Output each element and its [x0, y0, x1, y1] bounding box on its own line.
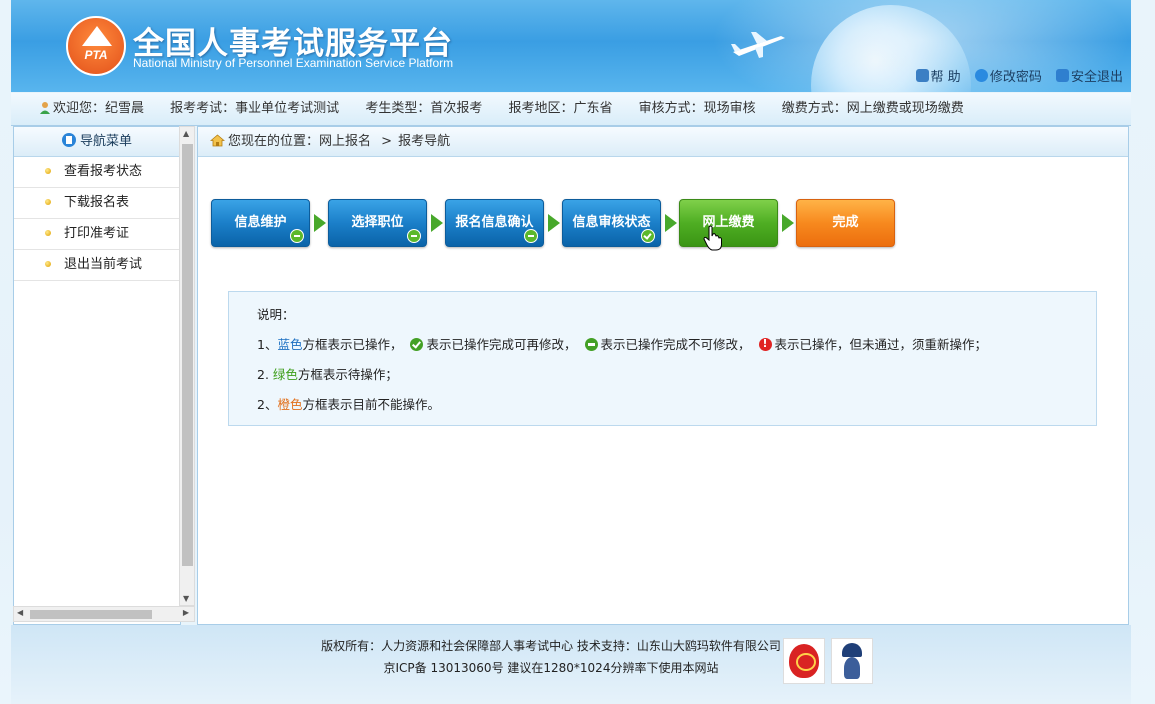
legend-text: 表示已操作，但未通过，须重新操作；	[774, 337, 988, 352]
review-mode: 审核方式：现场审核	[638, 101, 756, 116]
help-label: 帮 助	[930, 70, 961, 85]
payment-mode: 缴费方式：网上缴费或现场缴费	[781, 101, 964, 116]
step-info-maintenance[interactable]: 信息维护	[211, 199, 310, 247]
site-footer: 版权所有：人力资源和社会保障部人事考试中心 技术支持：山东山大鸥玛软件有限公司 …	[11, 625, 1131, 704]
nav-sidebar: 导航菜单 查看报考状态 下载报名表 打印准考证 退出当前考试	[13, 126, 181, 625]
legend-line-blue: 1、蓝色方框表示已操作， 表示已操作完成可再修改， 表示已操作完成不可修改， 表示已操…	[257, 334, 987, 353]
menu-item-print-ticket[interactable]: 打印准考证	[14, 219, 180, 250]
icp-line: 京ICP备 13013060号 建议在1280*1024分辨率下使用本网站	[383, 661, 719, 675]
done-no-edit-icon	[524, 229, 538, 243]
minus-circle-icon	[584, 338, 598, 351]
user-icon	[40, 102, 50, 114]
footer-text: 版权所有：人力资源和社会保障部人事考试中心 技术支持：山东山大鸥玛软件有限公司 …	[311, 635, 791, 679]
legend-number: 2、	[257, 397, 278, 412]
logo-text: PTA	[84, 48, 108, 62]
site-header: PTA 全国人事考试服务平台 National Ministry of Pers…	[11, 0, 1131, 92]
step-label: 信息审核状态	[572, 215, 651, 230]
legend-text: 方框表示待操作；	[297, 367, 398, 382]
site-subtitle: National Ministry of Personnel Examinati…	[133, 56, 454, 70]
legend-title: 说明：	[257, 307, 295, 322]
breadcrumb-registration-guide: 报考导航	[398, 134, 451, 149]
done-no-edit-icon	[290, 229, 304, 243]
legend-green-word: 绿色	[272, 367, 298, 382]
arrow-right-icon	[431, 214, 443, 232]
legend-number: 2.	[257, 367, 273, 382]
red-shield-badge-icon[interactable]	[783, 638, 825, 684]
page: PTA 全国人事考试服务平台 National Ministry of Pers…	[11, 0, 1131, 704]
step-label: 报名信息确认	[455, 215, 534, 230]
candidate-type: 考生类型：首次报考	[365, 101, 483, 116]
horizontal-scroll-thumb[interactable]	[30, 610, 152, 619]
done-no-edit-icon	[407, 229, 421, 243]
menu-item-exit-exam[interactable]: 退出当前考试	[14, 250, 180, 281]
step-online-payment[interactable]: 网上缴费	[679, 199, 778, 247]
check-icon	[641, 229, 655, 243]
step-confirm-info[interactable]: 报名信息确认	[445, 199, 544, 247]
legend-text: 表示已操作完成可再修改，	[426, 337, 577, 352]
arrow-right-icon	[782, 214, 794, 232]
step-review-status[interactable]: 信息审核状态	[562, 199, 661, 247]
lock-icon	[915, 69, 929, 82]
legend-line-green: 2. 绿色方框表示待操作；	[257, 364, 398, 383]
logout-icon	[1055, 69, 1069, 82]
arrow-right-icon	[665, 214, 677, 232]
step-label: 完成	[832, 215, 859, 230]
step-complete: 完成	[796, 199, 895, 247]
logout-label: 安全退出	[1070, 70, 1123, 85]
region-info: 报考地区：广东省	[508, 101, 613, 116]
legend-number: 1、	[257, 337, 278, 352]
scroll-right-arrow-icon[interactable]: ▶	[183, 608, 189, 617]
breadcrumb: 您现在的位置：网上报名 > 报考导航	[198, 127, 1128, 157]
sidebar-horizontal-scrollbar[interactable]: ◀ ▶	[13, 606, 195, 622]
breadcrumb-prefix: 您现在的位置：	[228, 134, 320, 149]
legend-orange-word: 橙色	[277, 397, 303, 412]
legend-text: 表示已操作完成不可修改，	[600, 337, 751, 352]
registration-steps: 信息维护 选择职位 报名信息确认 信息审核状态 网上缴费 完成	[211, 199, 895, 247]
sidebar-vertical-scrollbar[interactable]: ▲ ▼	[179, 126, 195, 606]
home-icon	[210, 134, 225, 147]
legend-panel: 说明： 1、蓝色方框表示已操作， 表示已操作完成可再修改， 表示已操作完成不可修改，…	[228, 291, 1097, 426]
menu-icon	[61, 133, 76, 147]
legend-blue-word: 蓝色	[277, 337, 303, 352]
arrow-right-icon	[548, 214, 560, 232]
change-password-link[interactable]: 修改密码	[974, 66, 1042, 85]
police-badge-icon[interactable]	[831, 638, 873, 684]
step-select-position[interactable]: 选择职位	[328, 199, 427, 247]
copyright-line: 版权所有：人力资源和社会保障部人事考试中心 技术支持：山东山大鸥玛软件有限公司	[321, 639, 781, 653]
pta-logo: PTA	[66, 16, 126, 76]
menu-item-download-form[interactable]: 下载报名表	[14, 188, 180, 219]
logout-link[interactable]: 安全退出	[1055, 66, 1123, 85]
scroll-left-arrow-icon[interactable]: ◀	[17, 608, 23, 617]
help-link[interactable]: 帮 助	[915, 66, 961, 85]
menu-item-view-status[interactable]: 查看报考状态	[14, 157, 180, 188]
nav-menu-header: 导航菜单	[14, 127, 180, 157]
main-content: 您现在的位置：网上报名 > 报考导航 信息维护 选择职位 报名信息确认 信息审核状…	[197, 126, 1129, 625]
error-circle-icon	[758, 337, 772, 351]
scroll-up-arrow-icon[interactable]: ▲	[183, 129, 189, 138]
step-label: 信息维护	[234, 215, 287, 230]
hand-cursor-icon	[703, 225, 722, 251]
legend-text: 方框表示已操作，	[302, 337, 403, 352]
vertical-scroll-thumb[interactable]	[182, 144, 193, 566]
airplane-icon	[731, 32, 785, 58]
change-password-label: 修改密码	[989, 70, 1042, 85]
check-circle-icon	[410, 338, 424, 351]
welcome-text: 欢迎您：纪雪晨	[53, 101, 145, 116]
legend-text: 方框表示目前不能操作。	[302, 397, 440, 412]
arrow-right-icon	[314, 214, 326, 232]
welcome-user: 欢迎您：纪雪晨	[39, 101, 144, 116]
step-label: 选择职位	[351, 215, 404, 230]
breadcrumb-separator: >	[381, 134, 393, 149]
question-icon	[974, 69, 988, 82]
breadcrumb-online-registration: 网上报名	[319, 134, 372, 149]
nav-menu-title: 导航菜单	[79, 134, 132, 149]
legend-line-orange: 2、橙色方框表示目前不能操作。	[257, 394, 440, 413]
exam-info: 报考考试：事业单位考试测试	[170, 101, 340, 116]
user-info-bar: 欢迎您：纪雪晨 报考考试：事业单位考试测试 考生类型：首次报考 报考地区：广东省…	[11, 93, 1131, 126]
scroll-down-arrow-icon[interactable]: ▼	[183, 594, 189, 603]
top-links: 帮 助 修改密码 安全退出	[906, 66, 1123, 86]
